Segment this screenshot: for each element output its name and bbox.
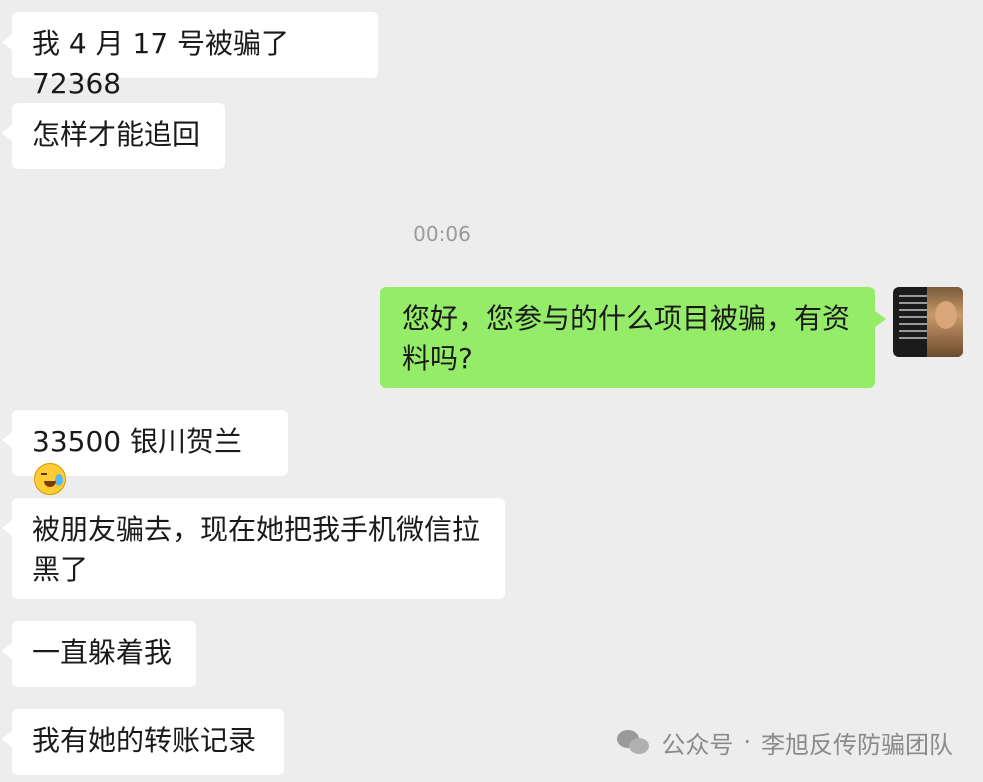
message-timestamp: 00:06 xyxy=(413,222,471,246)
message-text: 33500 银川贺兰 xyxy=(32,425,242,458)
avatar-face xyxy=(935,301,957,329)
message-text: 我有她的转账记录 xyxy=(32,724,257,757)
avatar-image-text xyxy=(899,295,927,344)
message-text: 我 4 月 17 号被骗了 72368 xyxy=(32,27,290,100)
account-watermark: 公众号 · 李旭反传防骗团队 xyxy=(617,722,953,762)
message-text: 一直躲着我 xyxy=(32,636,173,669)
watermark-separator: · xyxy=(743,728,751,756)
message-bubble-incoming[interactable]: 我有她的转账记录 xyxy=(2,709,284,775)
message-text: 您好，您参与的什么项目被骗，有资料吗? xyxy=(402,302,851,375)
message-bubble-incoming[interactable]: 一直躲着我 xyxy=(2,621,196,687)
message-text: 怎样才能追回 xyxy=(32,118,201,151)
message-bubble-incoming[interactable]: 我 4 月 17 号被骗了 72368 xyxy=(2,12,378,100)
watermark-account: 李旭反传防骗团队 xyxy=(761,730,953,759)
chat-area: 我 4 月 17 号被骗了 72368 怎样才能追回 00:06 您好，您参与的… xyxy=(0,0,983,782)
message-bubble-incoming[interactable]: 被朋友骗去，现在她把我手机微信拉黑了 xyxy=(2,498,505,599)
crying-face-icon xyxy=(34,463,66,495)
watermark-label: 公众号 xyxy=(661,730,734,759)
message-bubble-incoming[interactable]: 怎样才能追回 xyxy=(2,103,225,169)
message-text: 被朋友骗去，现在她把我手机微信拉黑了 xyxy=(32,513,481,586)
message-bubble-incoming[interactable]: 33500 银川贺兰 xyxy=(2,410,288,495)
user-avatar[interactable] xyxy=(893,287,963,357)
wechat-icon xyxy=(617,728,651,756)
message-bubble-outgoing[interactable]: 您好，您参与的什么项目被骗，有资料吗? xyxy=(380,287,886,388)
